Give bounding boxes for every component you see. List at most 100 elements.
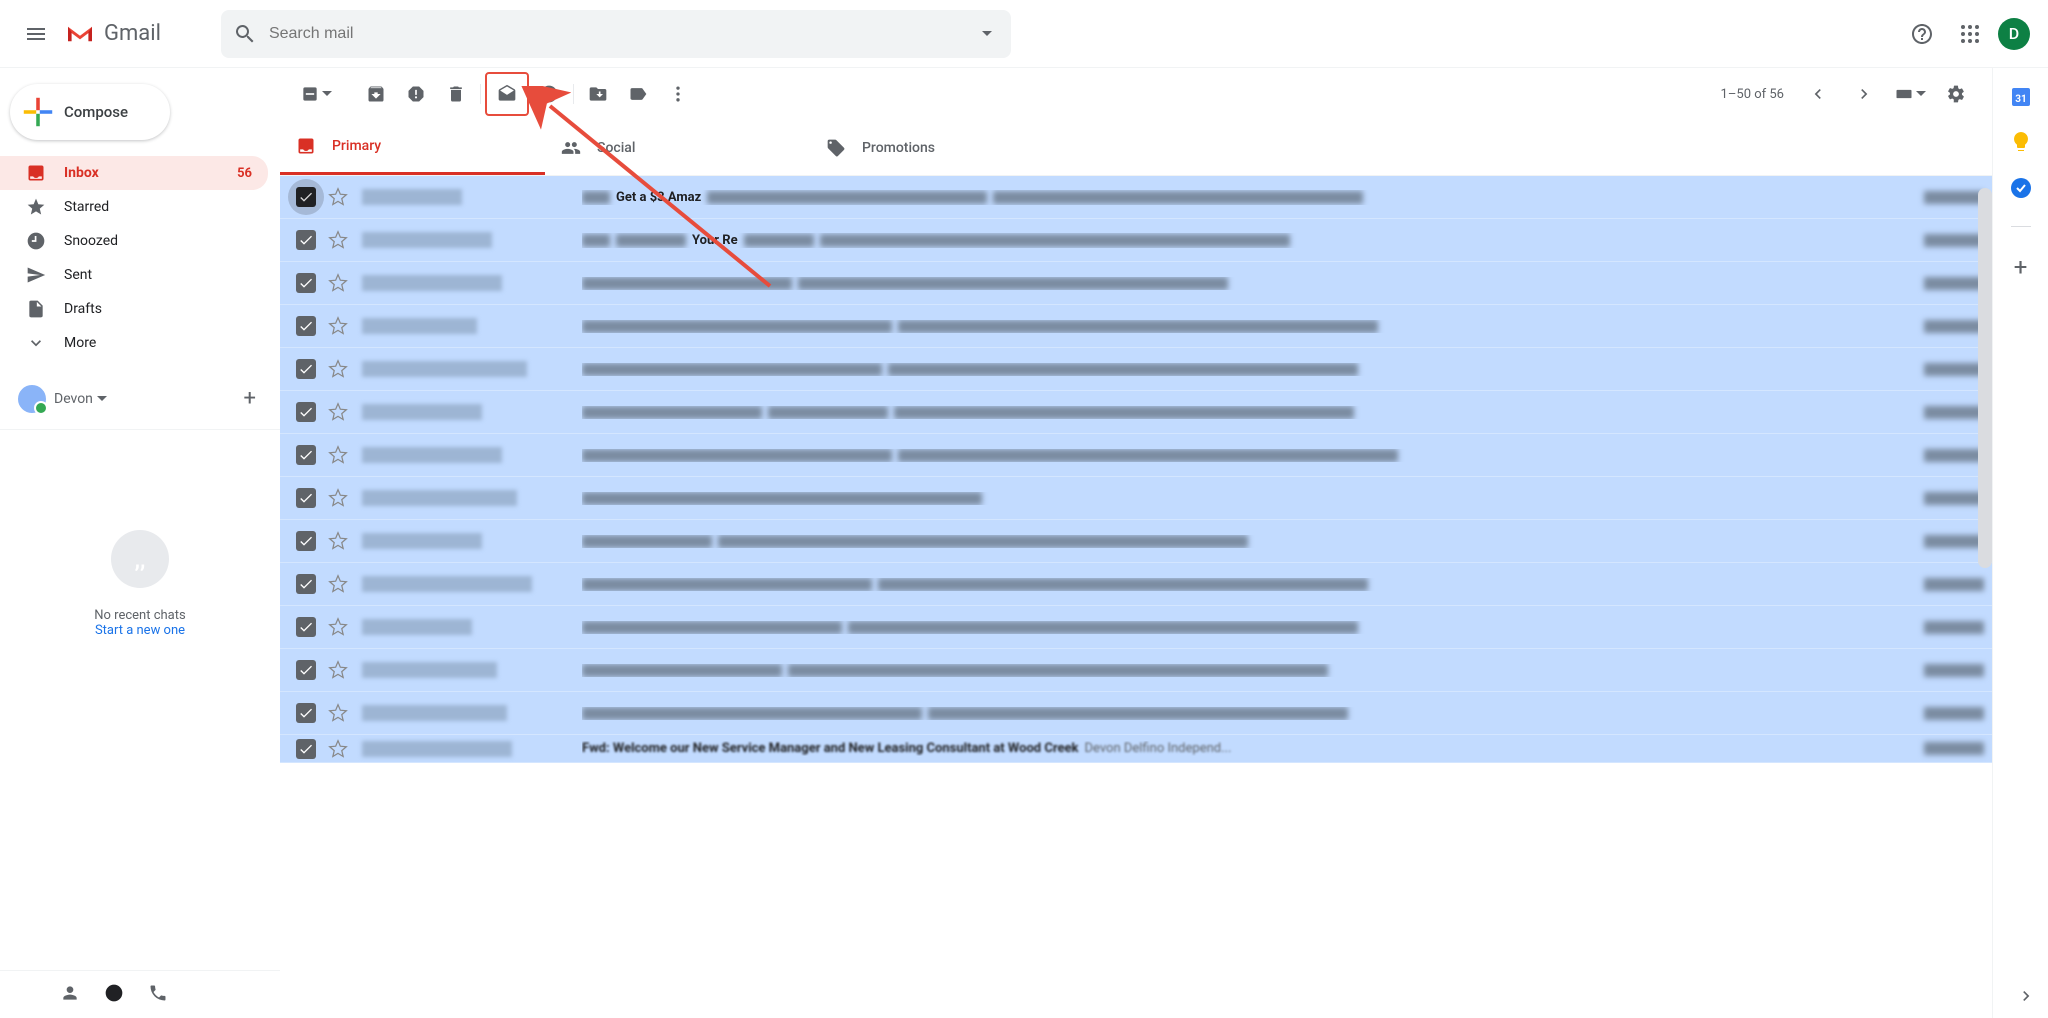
move-to-button[interactable] <box>578 74 618 114</box>
row-checkbox[interactable] <box>296 273 316 293</box>
prev-page-button[interactable] <box>1798 74 1838 114</box>
row-star[interactable] <box>328 402 348 422</box>
row-checkbox[interactable] <box>296 703 316 723</box>
tab-label: Promotions <box>862 140 935 156</box>
sidebar-item-sent[interactable]: Sent <box>0 258 268 292</box>
phone-tab[interactable] <box>148 983 168 1007</box>
apps-button[interactable] <box>1950 14 1990 54</box>
sidebar-item-drafts[interactable]: Drafts <box>0 292 268 326</box>
support-button[interactable] <box>1902 14 1942 54</box>
snooze-button[interactable] <box>529 74 569 114</box>
row-star[interactable] <box>328 574 348 594</box>
gmail-logo[interactable]: Gmail <box>64 21 161 46</box>
no-chat-placeholder: ,, No recent chats Start a new one <box>0 530 280 638</box>
keep-addon[interactable] <box>2009 130 2033 154</box>
calendar-addon[interactable]: 31 <box>2009 84 2033 108</box>
mail-list[interactable]: Get a $3 Amaz Your Re <box>280 176 1992 956</box>
row-checkbox[interactable] <box>296 617 316 637</box>
mail-row[interactable] <box>280 520 1992 563</box>
row-star[interactable] <box>328 316 348 336</box>
search-input[interactable] <box>269 25 963 43</box>
inbox-count: 56 <box>237 166 252 181</box>
mail-row[interactable] <box>280 262 1992 305</box>
select-all-button[interactable] <box>296 74 336 114</box>
search-options-button[interactable] <box>963 27 1011 41</box>
star-icon <box>26 197 46 217</box>
nav-label: Inbox <box>64 165 237 181</box>
mail-row[interactable] <box>280 348 1992 391</box>
category-tabs: Primary Social Promotions <box>280 120 1992 176</box>
start-chat-link[interactable]: Start a new one <box>0 623 280 638</box>
sidebar-item-more[interactable]: More <box>0 326 268 360</box>
hamburger-icon <box>24 22 48 46</box>
mail-row[interactable]: Your Re <box>280 219 1992 262</box>
sidebar-item-snoozed[interactable]: Snoozed <box>0 224 268 258</box>
row-checkbox[interactable] <box>296 660 316 680</box>
mail-row[interactable] <box>280 305 1992 348</box>
delete-button[interactable] <box>436 74 476 114</box>
row-star[interactable] <box>328 359 348 379</box>
row-star[interactable] <box>328 703 348 723</box>
compose-button[interactable]: Compose <box>10 84 170 140</box>
mail-row[interactable]: Get a $3 Amaz <box>280 176 1992 219</box>
get-addons-button[interactable]: + <box>2014 253 2028 281</box>
promotions-tab-icon <box>826 138 846 158</box>
tasks-addon[interactable] <box>2009 176 2033 200</box>
row-sender <box>362 189 572 205</box>
row-checkbox[interactable] <box>296 445 316 465</box>
row-star[interactable] <box>328 187 348 207</box>
sidebar-item-starred[interactable]: Starred <box>0 190 268 224</box>
mail-area: 1–50 of 56 Primary Soci <box>280 68 1992 1018</box>
mail-row[interactable] <box>280 563 1992 606</box>
nav-label: Drafts <box>64 301 268 317</box>
search-bar[interactable] <box>221 10 1011 58</box>
mail-row[interactable] <box>280 434 1992 477</box>
settings-button[interactable] <box>1936 74 1976 114</box>
input-tools-button[interactable] <box>1890 74 1930 114</box>
side-panel-toggle[interactable] <box>2016 986 2036 1010</box>
mail-row[interactable] <box>280 606 1992 649</box>
archive-button[interactable] <box>356 74 396 114</box>
report-spam-button[interactable] <box>396 74 436 114</box>
scrollbar[interactable] <box>1978 188 1992 568</box>
row-star[interactable] <box>328 488 348 508</box>
row-checkbox[interactable] <box>296 739 316 759</box>
row-star[interactable] <box>328 531 348 551</box>
hangouts-tab[interactable] <box>104 983 124 1007</box>
row-checkbox[interactable] <box>296 531 316 551</box>
row-checkbox[interactable] <box>296 402 316 422</box>
mail-row[interactable] <box>280 477 1992 520</box>
row-star[interactable] <box>328 230 348 250</box>
row-checkbox[interactable] <box>296 230 316 250</box>
account-avatar[interactable]: D <box>1998 18 2030 50</box>
row-star[interactable] <box>328 445 348 465</box>
row-checkbox[interactable] <box>296 359 316 379</box>
row-checkbox[interactable] <box>296 574 316 594</box>
search-icon[interactable] <box>221 22 269 46</box>
row-date <box>1924 191 1984 204</box>
row-checkbox[interactable] <box>296 316 316 336</box>
mark-as-read-button[interactable] <box>485 72 529 116</box>
row-star[interactable] <box>328 660 348 680</box>
main-menu-button[interactable] <box>12 10 60 58</box>
user-avatar-icon <box>16 383 48 415</box>
labels-button[interactable] <box>618 74 658 114</box>
mail-row[interactable] <box>280 692 1992 735</box>
row-checkbox[interactable] <box>296 488 316 508</box>
sidebar-item-inbox[interactable]: Inbox 56 <box>0 156 268 190</box>
clock-icon <box>26 231 46 251</box>
hangouts-user[interactable]: Devon + <box>0 376 280 421</box>
mail-row[interactable] <box>280 391 1992 434</box>
next-page-button[interactable] <box>1844 74 1884 114</box>
row-star[interactable] <box>328 273 348 293</box>
row-star[interactable] <box>328 617 348 637</box>
mail-row[interactable] <box>280 649 1992 692</box>
new-chat-button[interactable]: + <box>236 382 264 415</box>
more-actions-button[interactable] <box>658 74 698 114</box>
row-star[interactable] <box>328 739 348 759</box>
tab-primary[interactable]: Primary <box>280 120 545 175</box>
tab-promotions[interactable]: Promotions <box>810 120 1075 175</box>
contacts-tab[interactable] <box>60 983 80 1007</box>
tab-social[interactable]: Social <box>545 120 810 175</box>
mail-row[interactable]: Fwd: Welcome our New Service Manager and… <box>280 735 1992 763</box>
